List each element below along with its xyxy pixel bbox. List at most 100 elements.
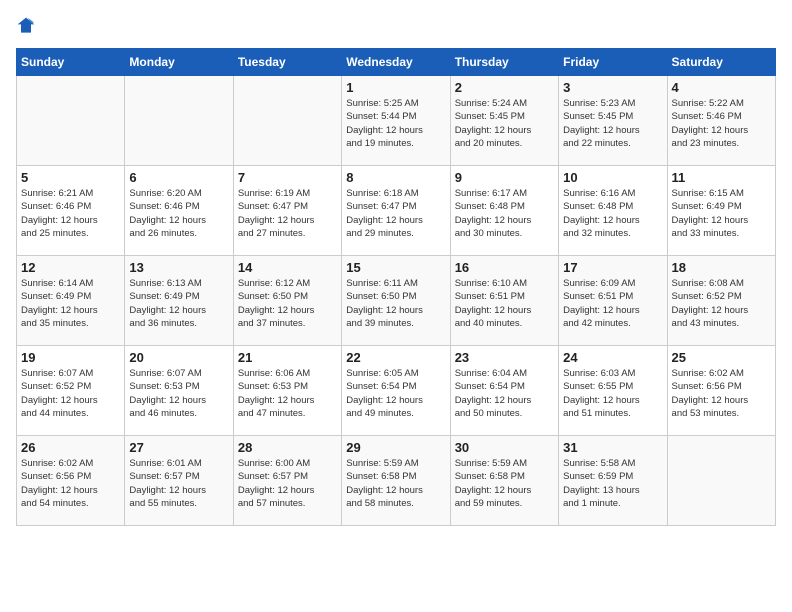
day-cell-13: 13 Sunrise: 6:13 AM Sunset: 6:49 PM Dayli… <box>125 256 233 346</box>
day-cell-10: 10Sunrise: 6:16 AM Sunset: 6:48 PM Dayli… <box>559 166 667 256</box>
weekday-header-sunday: Sunday <box>17 49 125 76</box>
empty-cell <box>667 436 775 526</box>
day-number: 14 <box>238 260 337 275</box>
day-number: 31 <box>563 440 662 455</box>
day-number: 20 <box>129 350 228 365</box>
day-number: 25 <box>672 350 771 365</box>
day-info: Sunrise: 6:02 AM Sunset: 6:56 PM Dayligh… <box>672 367 771 420</box>
day-cell-6: 6 Sunrise: 6:20 AM Sunset: 6:46 PM Daylig… <box>125 166 233 256</box>
day-number: 9 <box>455 170 554 185</box>
day-number: 11 <box>672 170 771 185</box>
day-info: Sunrise: 6:19 AM Sunset: 6:47 PM Dayligh… <box>238 187 337 240</box>
day-cell-3: 3Sunrise: 5:23 AM Sunset: 5:45 PM Daylig… <box>559 76 667 166</box>
day-number: 23 <box>455 350 554 365</box>
day-number: 3 <box>563 80 662 95</box>
day-info: Sunrise: 6:06 AM Sunset: 6:53 PM Dayligh… <box>238 367 337 420</box>
day-cell-17: 17Sunrise: 6:09 AM Sunset: 6:51 PM Dayli… <box>559 256 667 346</box>
day-info: Sunrise: 6:08 AM Sunset: 6:52 PM Dayligh… <box>672 277 771 330</box>
day-cell-30: 30 Sunrise: 5:59 AM Sunset: 6:58 PM Dayli… <box>450 436 558 526</box>
day-number: 7 <box>238 170 337 185</box>
day-cell-4: 4 Sunrise: 5:22 AM Sunset: 5:46 PM Daylig… <box>667 76 775 166</box>
day-cell-31: 31 Sunrise: 5:58 AM Sunset: 6:59 PM Dayli… <box>559 436 667 526</box>
day-cell-21: 21 Sunrise: 6:06 AM Sunset: 6:53 PM Dayli… <box>233 346 341 436</box>
day-number: 19 <box>21 350 120 365</box>
day-number: 29 <box>346 440 445 455</box>
day-cell-22: 22Sunrise: 6:05 AM Sunset: 6:54 PM Dayli… <box>342 346 450 436</box>
day-cell-5: 5 Sunrise: 6:21 AM Sunset: 6:46 PM Daylig… <box>17 166 125 256</box>
day-cell-28: 28 Sunrise: 6:00 AM Sunset: 6:57 PM Dayli… <box>233 436 341 526</box>
day-cell-15: 15 Sunrise: 6:11 AM Sunset: 6:50 PM Dayli… <box>342 256 450 346</box>
day-cell-20: 20 Sunrise: 6:07 AM Sunset: 6:53 PM Dayli… <box>125 346 233 436</box>
day-cell-7: 7 Sunrise: 6:19 AM Sunset: 6:47 PM Daylig… <box>233 166 341 256</box>
day-info: Sunrise: 6:09 AM Sunset: 6:51 PM Dayligh… <box>563 277 662 330</box>
logo-icon <box>16 16 36 36</box>
calendar-table: SundayMondayTuesdayWednesdayThursdayFrid… <box>16 48 776 526</box>
day-cell-11: 11 Sunrise: 6:15 AM Sunset: 6:49 PM Dayli… <box>667 166 775 256</box>
day-info: Sunrise: 6:15 AM Sunset: 6:49 PM Dayligh… <box>672 187 771 240</box>
day-cell-12: 12 Sunrise: 6:14 AM Sunset: 6:49 PM Dayli… <box>17 256 125 346</box>
day-number: 12 <box>21 260 120 275</box>
day-info: Sunrise: 6:12 AM Sunset: 6:50 PM Dayligh… <box>238 277 337 330</box>
day-cell-8: 8Sunrise: 6:18 AM Sunset: 6:47 PM Daylig… <box>342 166 450 256</box>
day-number: 6 <box>129 170 228 185</box>
day-cell-18: 18 Sunrise: 6:08 AM Sunset: 6:52 PM Dayli… <box>667 256 775 346</box>
day-cell-27: 27 Sunrise: 6:01 AM Sunset: 6:57 PM Dayli… <box>125 436 233 526</box>
day-info: Sunrise: 6:21 AM Sunset: 6:46 PM Dayligh… <box>21 187 120 240</box>
week-row-2: 5 Sunrise: 6:21 AM Sunset: 6:46 PM Daylig… <box>17 166 776 256</box>
day-number: 26 <box>21 440 120 455</box>
day-info: Sunrise: 6:13 AM Sunset: 6:49 PM Dayligh… <box>129 277 228 330</box>
empty-cell <box>233 76 341 166</box>
day-number: 28 <box>238 440 337 455</box>
weekday-header-friday: Friday <box>559 49 667 76</box>
page-header <box>16 16 776 36</box>
week-row-1: 1Sunrise: 5:25 AM Sunset: 5:44 PM Daylig… <box>17 76 776 166</box>
day-cell-19: 19 Sunrise: 6:07 AM Sunset: 6:52 PM Dayli… <box>17 346 125 436</box>
day-info: Sunrise: 6:14 AM Sunset: 6:49 PM Dayligh… <box>21 277 120 330</box>
day-info: Sunrise: 5:59 AM Sunset: 6:58 PM Dayligh… <box>455 457 554 510</box>
day-number: 22 <box>346 350 445 365</box>
day-info: Sunrise: 6:03 AM Sunset: 6:55 PM Dayligh… <box>563 367 662 420</box>
day-cell-24: 24Sunrise: 6:03 AM Sunset: 6:55 PM Dayli… <box>559 346 667 436</box>
day-number: 18 <box>672 260 771 275</box>
calendar-body: 1Sunrise: 5:25 AM Sunset: 5:44 PM Daylig… <box>17 76 776 526</box>
day-number: 2 <box>455 80 554 95</box>
day-number: 4 <box>672 80 771 95</box>
weekday-header-saturday: Saturday <box>667 49 775 76</box>
day-number: 13 <box>129 260 228 275</box>
day-info: Sunrise: 6:07 AM Sunset: 6:53 PM Dayligh… <box>129 367 228 420</box>
week-row-5: 26Sunrise: 6:02 AM Sunset: 6:56 PM Dayli… <box>17 436 776 526</box>
week-row-3: 12 Sunrise: 6:14 AM Sunset: 6:49 PM Dayli… <box>17 256 776 346</box>
day-info: Sunrise: 6:07 AM Sunset: 6:52 PM Dayligh… <box>21 367 120 420</box>
calendar-header: SundayMondayTuesdayWednesdayThursdayFrid… <box>17 49 776 76</box>
day-number: 5 <box>21 170 120 185</box>
day-number: 21 <box>238 350 337 365</box>
week-row-4: 19 Sunrise: 6:07 AM Sunset: 6:52 PM Dayli… <box>17 346 776 436</box>
weekday-header-wednesday: Wednesday <box>342 49 450 76</box>
day-info: Sunrise: 6:20 AM Sunset: 6:46 PM Dayligh… <box>129 187 228 240</box>
logo <box>16 16 40 36</box>
day-info: Sunrise: 6:11 AM Sunset: 6:50 PM Dayligh… <box>346 277 445 330</box>
day-number: 1 <box>346 80 445 95</box>
day-info: Sunrise: 5:22 AM Sunset: 5:46 PM Dayligh… <box>672 97 771 150</box>
day-number: 15 <box>346 260 445 275</box>
day-cell-16: 16Sunrise: 6:10 AM Sunset: 6:51 PM Dayli… <box>450 256 558 346</box>
day-info: Sunrise: 5:24 AM Sunset: 5:45 PM Dayligh… <box>455 97 554 150</box>
day-number: 27 <box>129 440 228 455</box>
day-cell-25: 25 Sunrise: 6:02 AM Sunset: 6:56 PM Dayli… <box>667 346 775 436</box>
day-cell-23: 23Sunrise: 6:04 AM Sunset: 6:54 PM Dayli… <box>450 346 558 436</box>
day-cell-26: 26Sunrise: 6:02 AM Sunset: 6:56 PM Dayli… <box>17 436 125 526</box>
day-info: Sunrise: 6:00 AM Sunset: 6:57 PM Dayligh… <box>238 457 337 510</box>
day-info: Sunrise: 5:59 AM Sunset: 6:58 PM Dayligh… <box>346 457 445 510</box>
day-info: Sunrise: 5:58 AM Sunset: 6:59 PM Dayligh… <box>563 457 662 510</box>
day-info: Sunrise: 6:01 AM Sunset: 6:57 PM Dayligh… <box>129 457 228 510</box>
day-info: Sunrise: 6:17 AM Sunset: 6:48 PM Dayligh… <box>455 187 554 240</box>
day-number: 8 <box>346 170 445 185</box>
day-cell-9: 9 Sunrise: 6:17 AM Sunset: 6:48 PM Daylig… <box>450 166 558 256</box>
empty-cell <box>17 76 125 166</box>
weekday-header-tuesday: Tuesday <box>233 49 341 76</box>
day-number: 16 <box>455 260 554 275</box>
day-cell-1: 1Sunrise: 5:25 AM Sunset: 5:44 PM Daylig… <box>342 76 450 166</box>
day-cell-29: 29 Sunrise: 5:59 AM Sunset: 6:58 PM Dayli… <box>342 436 450 526</box>
day-number: 30 <box>455 440 554 455</box>
weekday-header-thursday: Thursday <box>450 49 558 76</box>
